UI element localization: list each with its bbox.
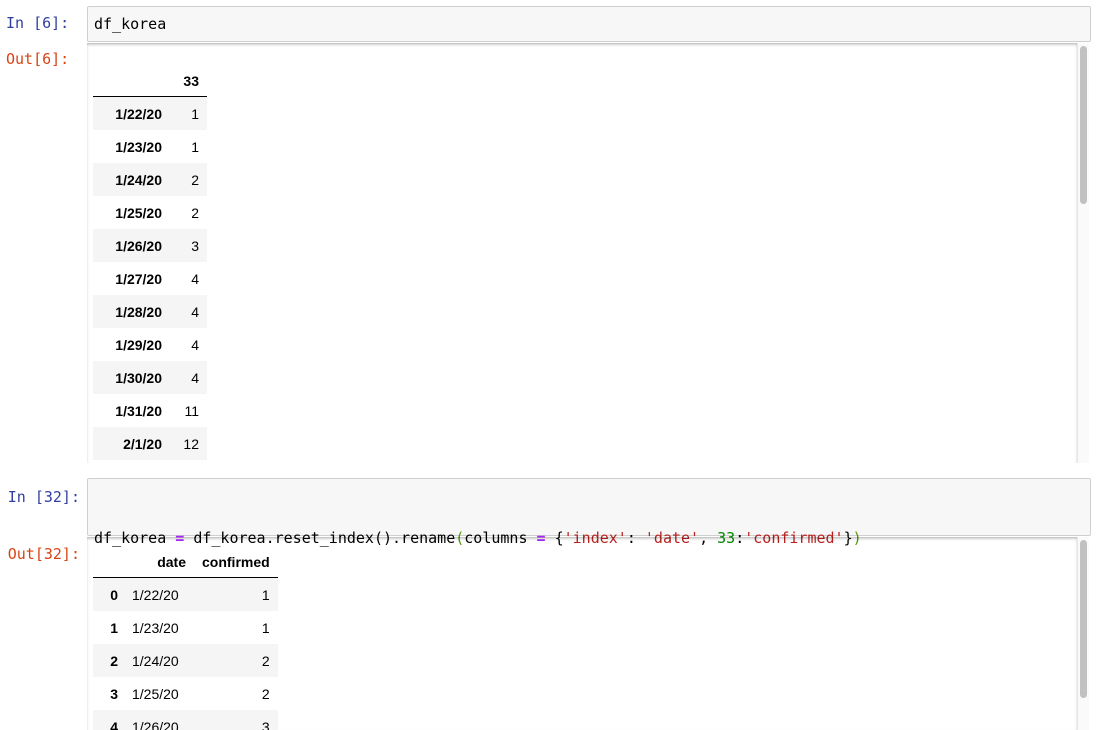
cell-date: 1/22/20 xyxy=(132,586,179,603)
row-index: 0 xyxy=(110,586,118,603)
row-index-date: 1/30/20 xyxy=(115,369,162,386)
cell-confirmed: 3 xyxy=(261,718,270,730)
row-index-date: 1/23/20 xyxy=(115,138,162,155)
cell-confirmed: 1 xyxy=(261,619,270,636)
row-index: 4 xyxy=(110,718,118,730)
dataframe-output-32: date confirmed 0 1/22/20 1 1 1/23/20 1 2 1/24/2… xyxy=(93,546,278,730)
cell-value: 4 xyxy=(191,369,199,386)
row-index-date: 1/27/20 xyxy=(115,270,162,287)
cell-value: 4 xyxy=(191,270,199,287)
table-row: 1/23/20 1 xyxy=(93,130,207,163)
row-index-date: 1/26/20 xyxy=(115,237,162,254)
cell-value: 1 xyxy=(191,138,199,155)
code-input-cell-6[interactable]: df_korea xyxy=(87,6,1091,42)
scrollbar-thumb[interactable] xyxy=(1080,540,1087,698)
output-scrollbar-32[interactable] xyxy=(1077,537,1089,730)
cell-confirmed: 2 xyxy=(261,685,270,702)
scrollbar-thumb[interactable] xyxy=(1080,46,1087,204)
row-index-date: 1/22/20 xyxy=(115,105,162,122)
code-input-cell-32[interactable]: df_korea = df_korea.reset_index().rename… xyxy=(87,478,1091,610)
index-header xyxy=(93,546,124,578)
table-row: 1/29/20 4 xyxy=(93,328,207,361)
cell-value: 11 xyxy=(184,402,199,419)
cell-value: 2 xyxy=(191,171,199,188)
row-index-date: 1/24/20 xyxy=(115,171,162,188)
output-area-6[interactable]: 33 1/22/20 1 1/23/20 1 1/24/20 2 1/25/20 2 1/26/… xyxy=(87,43,1077,463)
table-row: 1/27/20 4 xyxy=(93,262,207,295)
row-index-date: 1/31/20 xyxy=(115,402,162,419)
cell-value: 12 xyxy=(183,435,199,452)
table-row: 1 1/23/20 1 xyxy=(93,611,278,644)
table-row: 1/28/20 4 xyxy=(93,295,207,328)
cell-date: 1/25/20 xyxy=(132,685,179,702)
index-header xyxy=(93,65,170,97)
row-index-date: 2/1/20 xyxy=(123,435,162,452)
cell-value: 2 xyxy=(191,204,199,221)
row-index: 1 xyxy=(110,619,118,636)
table-row: 1/25/20 2 xyxy=(93,196,207,229)
row-index-date: 1/29/20 xyxy=(115,336,162,353)
out-prompt-6: Out[6]: xyxy=(6,50,70,68)
cell-value: 3 xyxy=(191,237,199,254)
cell-date: 1/26/20 xyxy=(132,718,179,730)
table-header-row: date confirmed xyxy=(93,546,278,578)
cell-value: 4 xyxy=(191,336,199,353)
row-index: 3 xyxy=(110,685,118,702)
table-row: 2/1/20 12 xyxy=(93,427,207,460)
table-row: 4 1/26/20 3 xyxy=(93,710,278,730)
row-index-date: 1/28/20 xyxy=(115,303,162,320)
output-scrollbar-6[interactable] xyxy=(1077,43,1089,463)
code-line: df_korea xyxy=(94,15,167,33)
dataframe-output-6: 33 1/22/20 1 1/23/20 1 1/24/20 2 1/25/20 2 1/26/… xyxy=(93,65,207,460)
in-prompt-6: In [6]: xyxy=(6,14,70,32)
table-row: 1/31/20 11 xyxy=(93,394,207,427)
table-row: 2 1/24/20 2 xyxy=(93,644,278,677)
cell-value: 4 xyxy=(191,303,199,320)
out-prompt-32: Out[32]: xyxy=(7,545,80,563)
cell-date: 1/23/20 xyxy=(132,619,179,636)
column-header: 33 xyxy=(170,65,207,97)
cell-confirmed: 2 xyxy=(261,652,270,669)
output-area-32[interactable]: date confirmed 0 1/22/20 1 1 1/23/20 1 2 1/24/2… xyxy=(87,537,1077,730)
column-header-confirmed: confirmed xyxy=(194,546,278,578)
table-row: 0 1/22/20 1 xyxy=(93,577,278,611)
in-prompt-32: In [32]: xyxy=(7,488,80,506)
row-index-date: 1/25/20 xyxy=(115,204,162,221)
cell-confirmed: 1 xyxy=(261,586,270,603)
cell-date: 1/24/20 xyxy=(132,652,179,669)
column-header-date: date xyxy=(124,546,194,578)
table-row: 1/30/20 4 xyxy=(93,361,207,394)
table-row: 3 1/25/20 2 xyxy=(93,677,278,710)
table-header-row: 33 xyxy=(93,65,207,97)
cell-value: 1 xyxy=(191,105,199,122)
row-index: 2 xyxy=(110,652,118,669)
table-row: 1/24/20 2 xyxy=(93,163,207,196)
table-row: 1/22/20 1 xyxy=(93,96,207,130)
table-row: 1/26/20 3 xyxy=(93,229,207,262)
